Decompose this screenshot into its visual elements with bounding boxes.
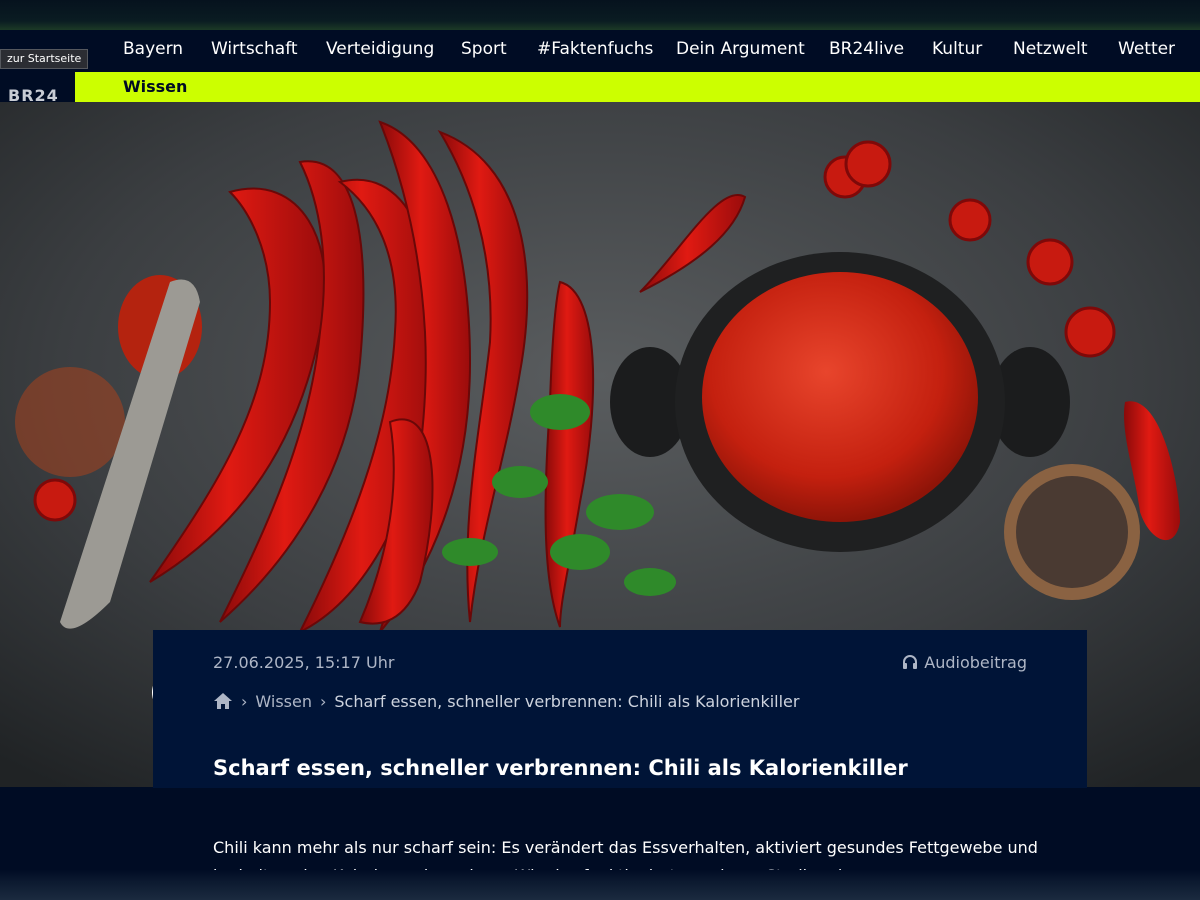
nav-item-br24live[interactable]: BR24live [829,39,904,59]
audio-label: Audiobeitrag [924,653,1027,672]
article-title: Scharf essen, schneller verbrennen: Chil… [213,756,908,780]
nav-item-faktenfuchs[interactable]: #Faktenfuchs [537,39,653,59]
breadcrumb: › Wissen › Scharf essen, schneller verbrenn… [213,692,799,711]
nav-item-kultur[interactable]: Kultur [932,39,982,59]
audio-link[interactable]: Audiobeitrag [902,653,1027,672]
nav-item-wirtschaft[interactable]: Wirtschaft [211,39,298,59]
sub-navigation: Wissen [75,72,1200,102]
nav-item-bayern[interactable]: Bayern [123,39,183,59]
nav-item-sport[interactable]: Sport [461,39,507,59]
breadcrumb-wissen[interactable]: Wissen [255,692,312,711]
nav-item-dein-argument[interactable]: Dein Argument [676,39,805,59]
subnav-item-wissen[interactable]: Wissen [123,77,187,96]
home-tooltip: zur Startseite [0,49,89,69]
nav-item-netzwelt[interactable]: Netzwelt [1013,39,1088,59]
breadcrumb-separator: › [241,692,248,711]
headphones-icon [903,655,918,669]
home-icon[interactable] [213,692,233,710]
breadcrumb-separator: › [319,692,327,711]
bottom-strip [0,870,1200,900]
publish-date: 27.06.2025, 15:17 Uhr [213,653,395,672]
nav-item-wetter[interactable]: Wetter [1118,39,1175,59]
nav-item-verteidigung[interactable]: Verteidigung [326,39,434,59]
browser-top-strip [0,0,1200,30]
main-navigation: Bayern Wirtschaft Verteidigung Sport #Fa… [75,30,1200,72]
breadcrumb-current: Scharf essen, schneller verbrennen: Chil… [334,692,800,711]
article-header-card: 27.06.2025, 15:17 Uhr Audiobeitrag › Wiss… [153,630,1087,788]
